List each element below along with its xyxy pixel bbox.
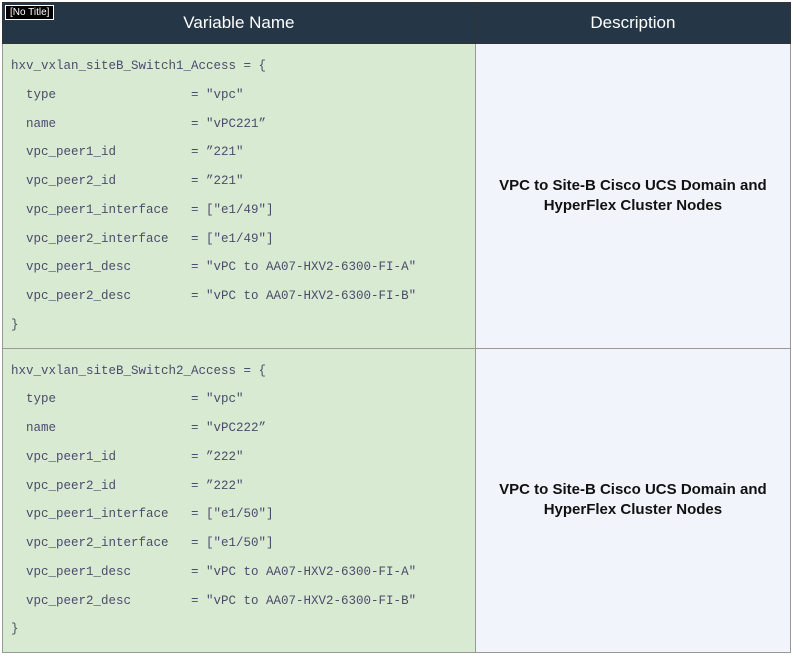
- code-block: hxv_vxlan_siteB_Switch1_Access = { type …: [3, 44, 475, 348]
- description-cell: VPC to Site-B Cisco UCS Domain and Hyper…: [475, 348, 790, 653]
- code-block: hxv_vxlan_siteB_Switch2_Access = { type …: [3, 349, 475, 653]
- description-cell: VPC to Site-B Cisco UCS Domain and Hyper…: [475, 44, 790, 349]
- table-header-row: [No Title] Variable Name Description: [3, 3, 791, 44]
- table-row: hxv_vxlan_siteB_Switch1_Access = { type …: [3, 44, 791, 349]
- header-description: Description: [475, 3, 790, 44]
- config-table: [No Title] Variable Name Description hxv…: [2, 2, 791, 653]
- table-row: hxv_vxlan_siteB_Switch2_Access = { type …: [3, 348, 791, 653]
- code-cell: hxv_vxlan_siteB_Switch1_Access = { type …: [3, 44, 476, 349]
- header-left-label: Variable Name: [183, 13, 294, 32]
- header-right-label: Description: [590, 13, 675, 32]
- header-variable-name: [No Title] Variable Name: [3, 3, 476, 44]
- no-title-badge: [No Title]: [5, 5, 54, 20]
- code-cell: hxv_vxlan_siteB_Switch2_Access = { type …: [3, 348, 476, 653]
